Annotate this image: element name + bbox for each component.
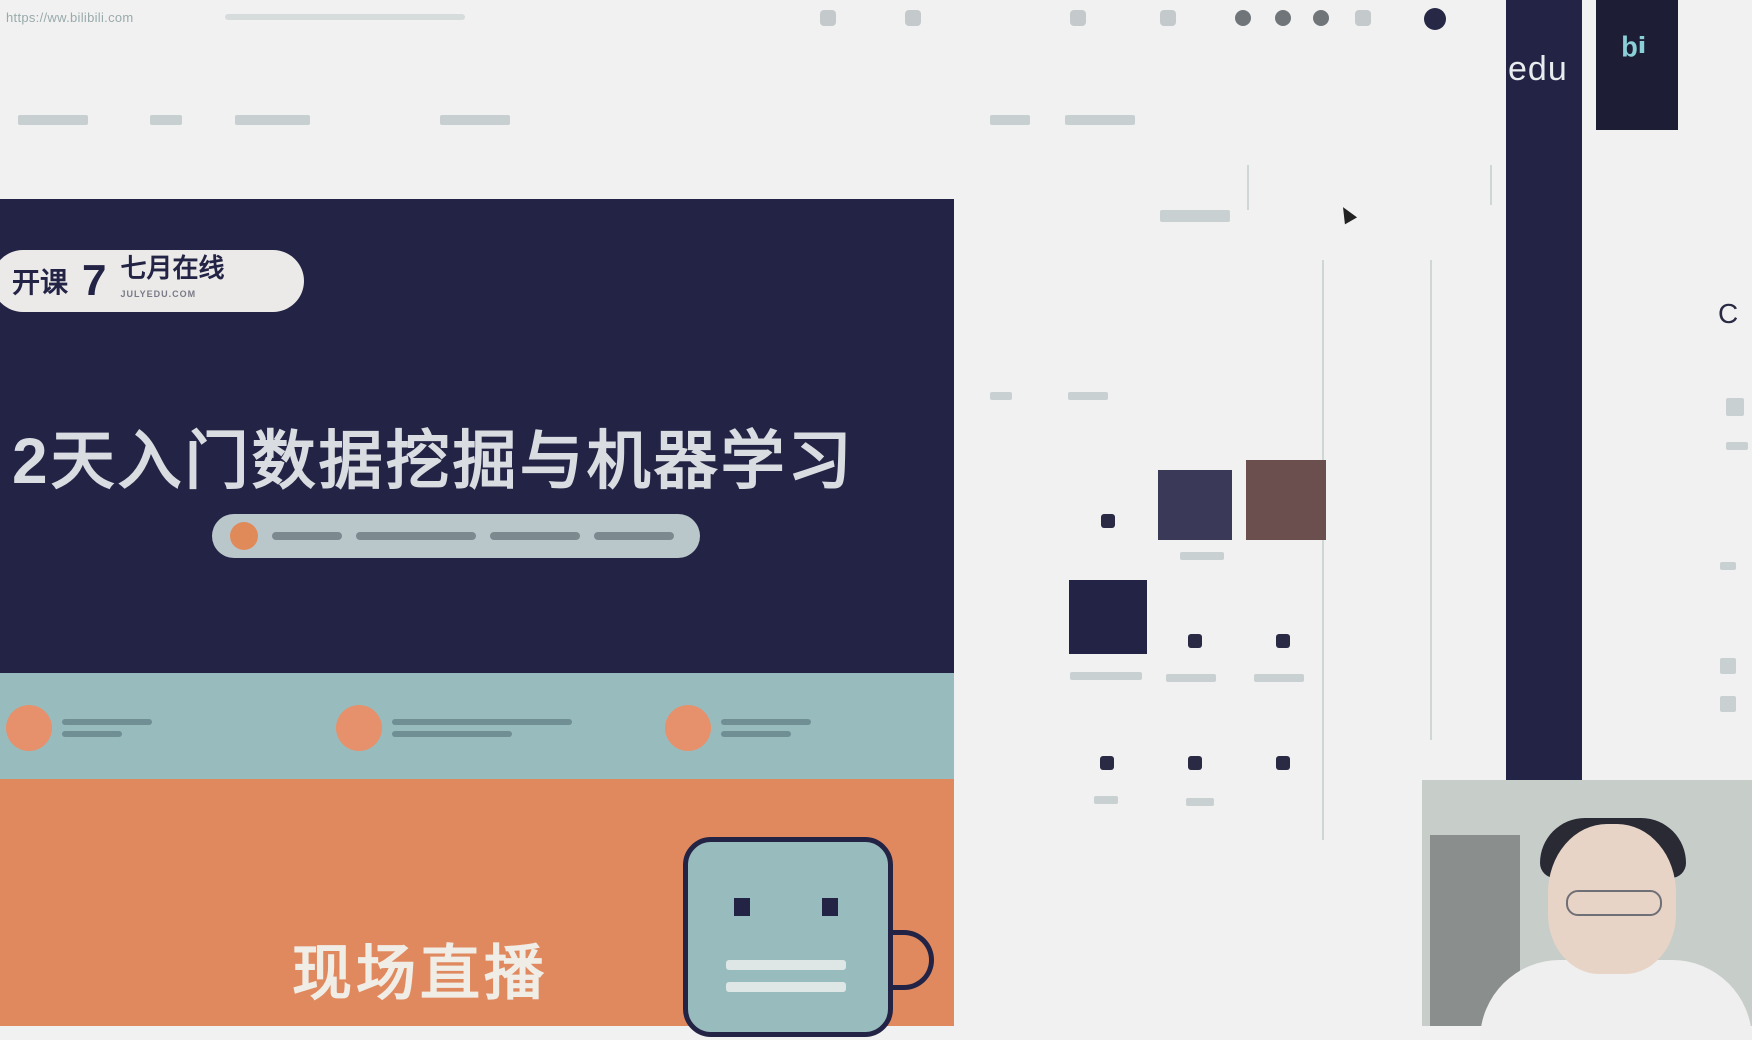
robot-illustration	[683, 837, 893, 1037]
robot-mouth	[726, 982, 846, 992]
divider	[1490, 165, 1492, 205]
nav-item[interactable]	[150, 115, 182, 125]
course-info-pill	[212, 514, 700, 558]
side-icon[interactable]	[1188, 634, 1202, 648]
side-label	[1068, 392, 1108, 400]
side-icon[interactable]	[1188, 756, 1202, 770]
nav-item[interactable]	[990, 115, 1030, 125]
badge-brand-url: JULYEDU.COM	[120, 289, 197, 299]
robot-eye	[734, 898, 750, 916]
divider	[1247, 165, 1249, 210]
feature-icon	[6, 705, 52, 751]
secondary-window-text: edu	[1508, 50, 1568, 88]
nav-item[interactable]	[1065, 115, 1135, 125]
panel-heading-letter: C	[1718, 298, 1739, 329]
feature-text	[62, 719, 152, 737]
info-segment	[490, 532, 580, 540]
nav-item[interactable]	[440, 115, 510, 125]
feature-item	[665, 705, 811, 751]
extension-a-icon[interactable]	[1235, 10, 1251, 26]
feature-item	[6, 705, 152, 751]
info-segment	[272, 532, 342, 540]
thumbnail-b[interactable]	[1246, 460, 1326, 540]
robot-eye	[822, 898, 838, 916]
profile-avatar[interactable]	[1424, 8, 1446, 30]
refresh-icon[interactable]	[1070, 10, 1086, 26]
badge-number: 7	[82, 256, 107, 305]
extension-c-icon[interactable]	[1313, 10, 1329, 26]
promo-title: 现场直播	[292, 940, 548, 1007]
side-label	[1254, 674, 1304, 682]
feature-icon	[336, 705, 382, 751]
side-icon[interactable]	[1101, 514, 1115, 528]
feature-text	[392, 719, 572, 737]
mouse-cursor	[1336, 203, 1358, 225]
side-label	[990, 392, 1012, 400]
info-segment	[594, 532, 674, 540]
divider	[1430, 260, 1432, 740]
side-label	[1070, 672, 1142, 680]
secondary-window	[1506, 0, 1582, 785]
panel-glyph	[1726, 398, 1744, 416]
info-segment	[356, 532, 476, 540]
robot-mouth	[726, 960, 846, 970]
side-label	[1180, 552, 1224, 560]
side-icon[interactable]	[1276, 634, 1290, 648]
back-icon[interactable]	[820, 10, 836, 26]
forward-icon[interactable]	[905, 10, 921, 26]
thumbnail-c[interactable]	[1069, 580, 1147, 654]
course-title: 2天入门数据挖掘与机器学习	[12, 425, 855, 497]
course-badge: 开课 7 七月在线 JULYEDU.COM	[0, 250, 304, 312]
panel-glyph	[1720, 562, 1736, 570]
side-icon[interactable]	[1276, 756, 1290, 770]
side-icon[interactable]	[1100, 756, 1114, 770]
feature-icon	[665, 705, 711, 751]
thumbnail-a[interactable]	[1158, 470, 1232, 540]
side-label	[1094, 796, 1118, 804]
downloads-icon[interactable]	[1355, 10, 1371, 26]
side-label	[1166, 674, 1216, 682]
feature-item	[336, 705, 572, 751]
side-label	[1186, 798, 1214, 806]
badge-brand-name: 七月在线	[120, 253, 225, 283]
badge-left-text: 开课	[12, 267, 69, 298]
bilibili-logo-icon: ᵇⁱ	[1622, 31, 1647, 75]
address-bar-text[interactable]: https://ww.bilibili.com	[6, 10, 134, 25]
panel-glyph	[1720, 658, 1736, 674]
panel-glyph	[1726, 442, 1748, 450]
info-icon	[230, 522, 258, 550]
badge-brand: 七月在线 JULYEDU.COM	[121, 255, 225, 307]
extension-b-icon[interactable]	[1275, 10, 1291, 26]
address-bar-placeholder	[225, 14, 465, 20]
divider	[1322, 260, 1324, 840]
nav-item[interactable]	[18, 115, 88, 125]
webcam-person-glasses	[1566, 890, 1662, 916]
feature-text	[721, 719, 811, 737]
nav-item[interactable]	[235, 115, 310, 125]
side-label	[1160, 210, 1230, 222]
browser-toolbar: https://ww.bilibili.com	[0, 0, 1500, 40]
bookmark-icon[interactable]	[1160, 10, 1176, 26]
panel-glyph	[1720, 696, 1736, 712]
